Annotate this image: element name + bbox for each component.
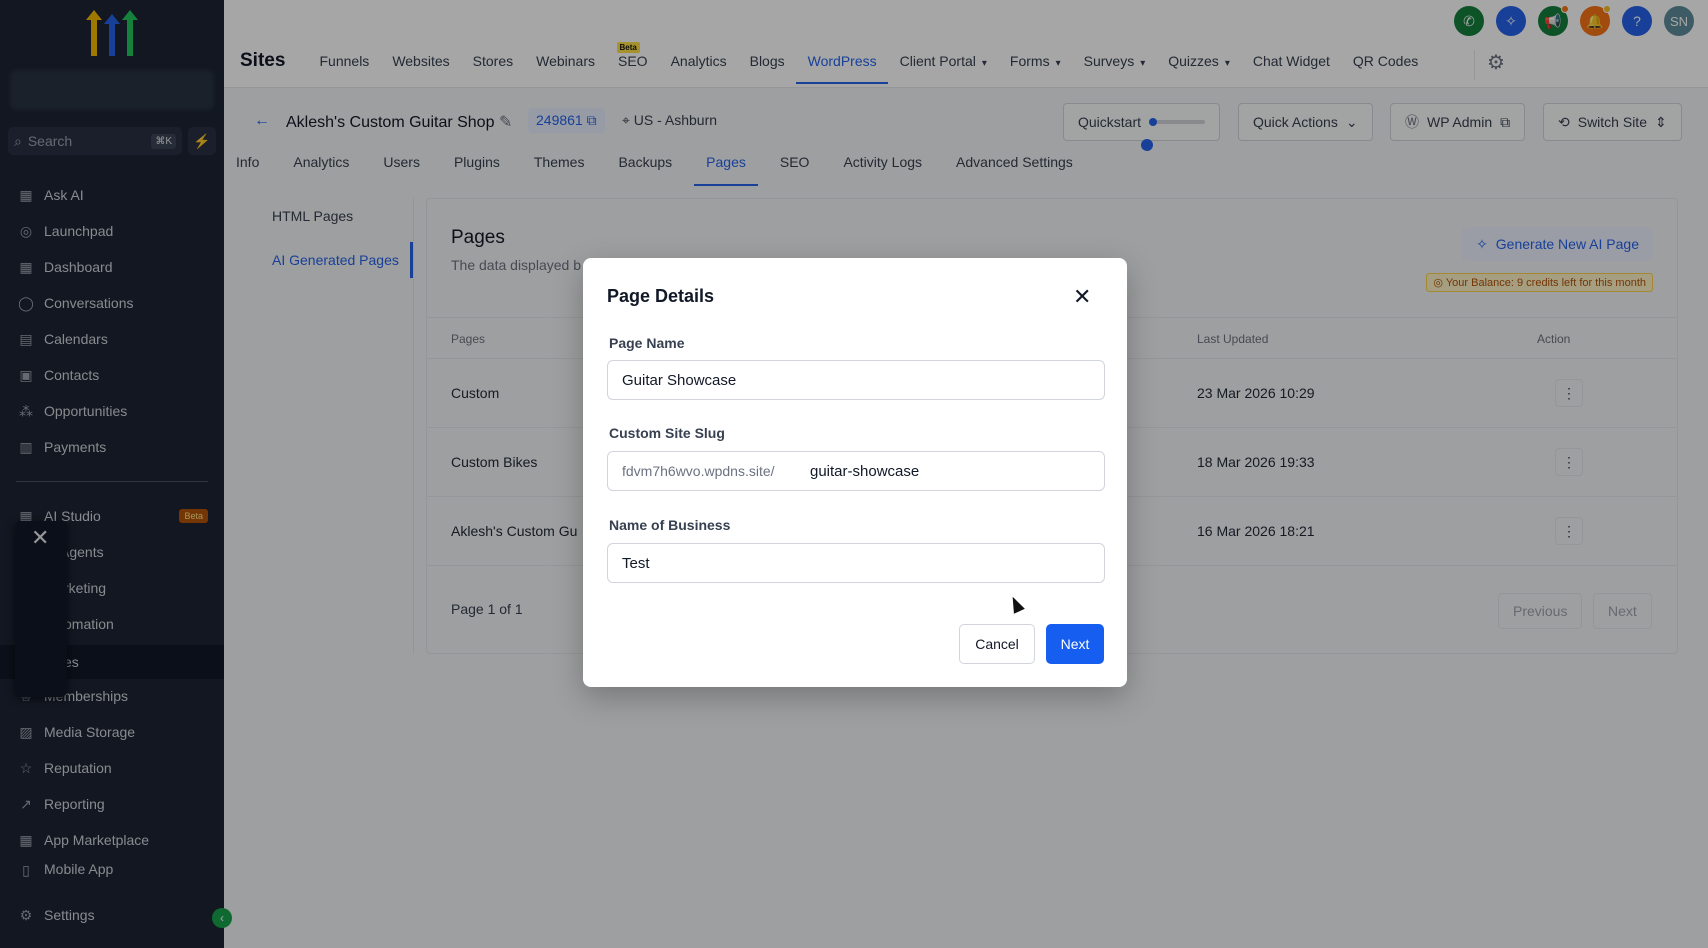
page-name-input[interactable]: Guitar Showcase (607, 360, 1105, 400)
business-label: Name of Business (609, 517, 731, 533)
modal-title: Page Details (607, 286, 715, 306)
slug-label: Custom Site Slug (609, 425, 725, 441)
next-button[interactable]: Next (1046, 624, 1104, 664)
close-icon[interactable]: ✕ (1073, 284, 1091, 310)
business-input[interactable]: Test (607, 543, 1105, 583)
page-name-label: Page Name (609, 335, 685, 351)
slug-input[interactable]: fdvm7h6wvo.wpdns.site/ guitar-showcase (607, 451, 1105, 491)
page-details-modal: Page Details ✕ Page Name Guitar Showcase… (583, 258, 1127, 687)
cancel-button[interactable]: Cancel (959, 624, 1035, 664)
slug-prefix: fdvm7h6wvo.wpdns.site/ (622, 463, 775, 479)
slug-value: guitar-showcase (810, 462, 920, 480)
